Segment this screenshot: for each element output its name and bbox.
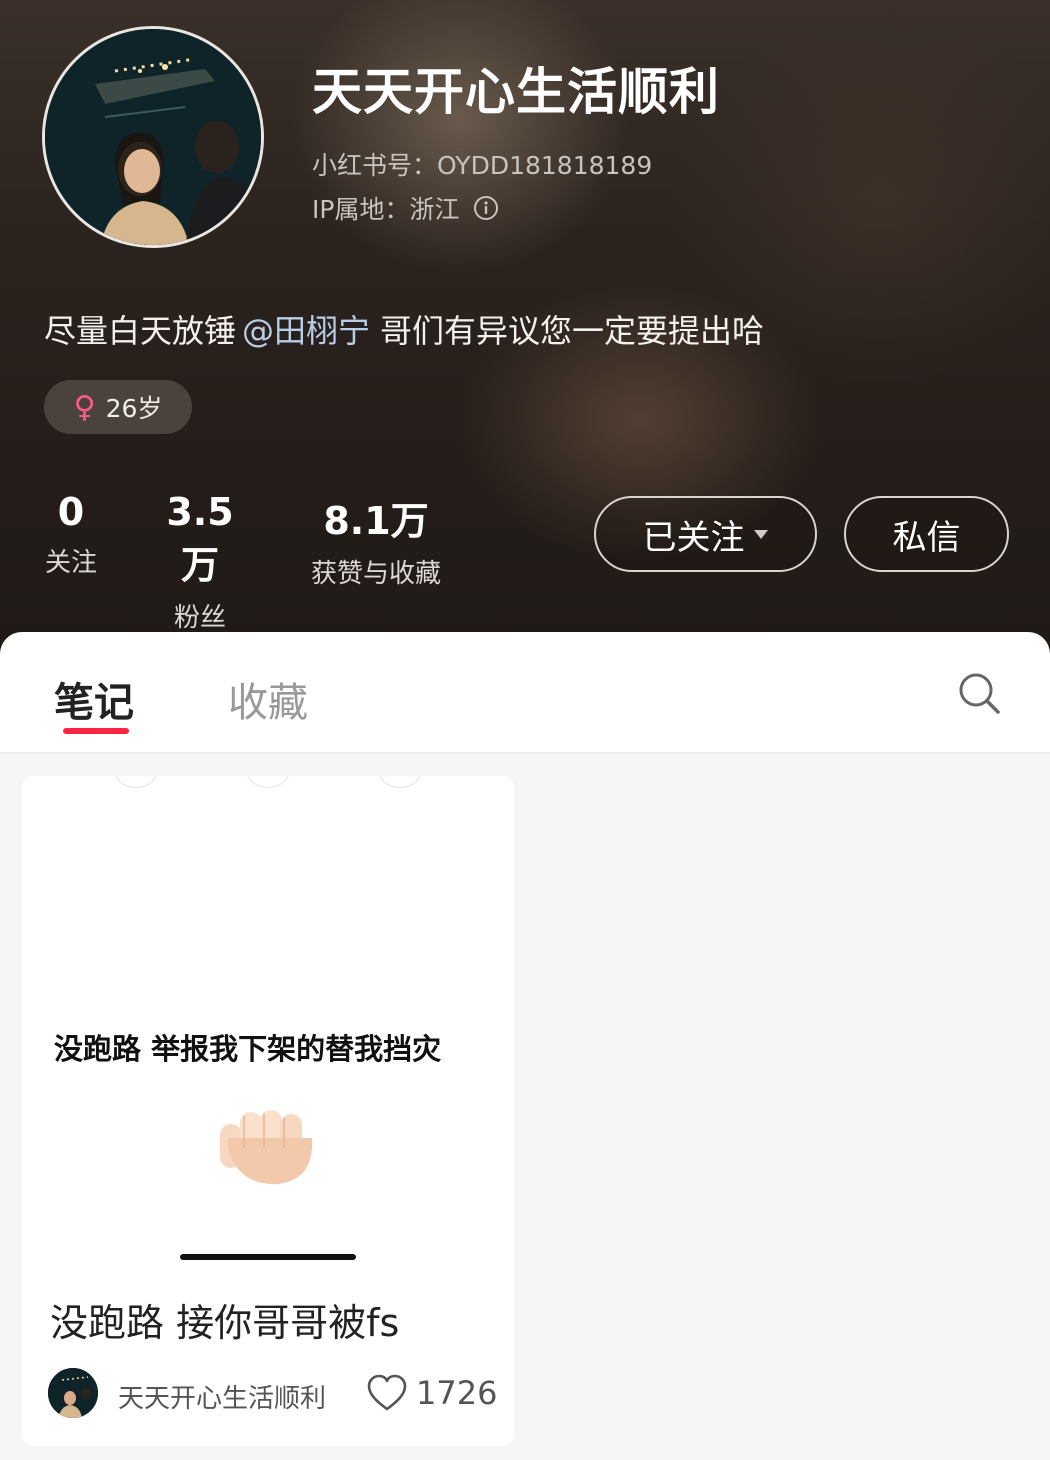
author-avatar-image: [48, 1368, 98, 1418]
tab-notes[interactable]: 笔记: [54, 670, 134, 728]
author-avatar[interactable]: [48, 1368, 98, 1418]
ip-location-text: IP属地：浙江: [312, 195, 460, 224]
message-button-label: 私信: [892, 517, 961, 558]
followers-label: 粉丝: [173, 603, 226, 633]
note-author-name[interactable]: 天天开心生活顺利: [118, 1378, 326, 1415]
stat-likes[interactable]: 8.1万 获赞与收藏: [298, 490, 454, 590]
following-count: 0: [57, 490, 85, 534]
gender-age-tag: ♀ 26岁: [44, 380, 192, 434]
heart-icon[interactable]: [366, 1374, 408, 1412]
ip-location: IP属地：浙江: [312, 190, 499, 226]
likes-label: 获赞与收藏: [310, 559, 441, 589]
cover-decoration: [246, 776, 290, 788]
search-icon[interactable]: [956, 670, 1002, 716]
tab-bar: 笔记 收藏: [0, 632, 1050, 754]
profile-bio: 尽量白天放锤 @田栩宁 哥们有异议您一定要提出哈: [44, 306, 764, 352]
likes-count: 8.1万: [323, 499, 429, 543]
profile-header: 天天开心生活顺利 小红书号：OYDD181818189 IP属地：浙江 尽量白天…: [0, 0, 1050, 660]
cover-decoration: [378, 776, 422, 788]
cover-caption: 没跑路 举报我下架的替我挡灾: [54, 1032, 442, 1066]
followers-count: 3.5万: [166, 490, 234, 587]
bio-text-after: 哥们有异议您一定要提出哈: [380, 312, 765, 350]
note-title[interactable]: 没跑路 接你哥哥被fs: [50, 1292, 399, 1347]
bio-text-before: 尽量白天放锤: [44, 312, 237, 350]
active-tab-indicator: [63, 728, 129, 734]
following-button[interactable]: 已关注: [594, 496, 817, 572]
age-text: 26岁: [105, 394, 163, 423]
note-card[interactable]: 没跑路 举报我下架的替我挡灾 没跑路 接你哥哥被fs 天天开心生活顺利 1726: [22, 776, 514, 1446]
following-label: 关注: [44, 548, 97, 578]
cover-home-indicator: [180, 1254, 356, 1260]
note-like-count: 1726: [416, 1374, 498, 1412]
cover-decoration: [114, 776, 158, 788]
info-icon[interactable]: [473, 195, 499, 221]
stat-following[interactable]: 0 关注: [36, 490, 106, 579]
fist-emoji-icon: [220, 1110, 312, 1185]
avatar-image: [45, 29, 261, 245]
note-cover[interactable]: 没跑路 举报我下架的替我挡灾: [22, 776, 514, 1276]
stat-followers[interactable]: 3.5万 粉丝: [148, 490, 252, 634]
following-button-label: 已关注: [642, 517, 745, 558]
profile-avatar[interactable]: [42, 26, 264, 248]
message-button[interactable]: 私信: [844, 496, 1009, 572]
profile-id: 小红书号：OYDD181818189: [312, 151, 653, 180]
female-icon: ♀: [73, 389, 96, 425]
tab-collections[interactable]: 收藏: [228, 670, 308, 728]
dropdown-caret-icon: [753, 530, 768, 539]
profile-username: 天天开心生活顺利: [312, 63, 720, 121]
bio-mention-link[interactable]: @田栩宁: [242, 312, 370, 350]
